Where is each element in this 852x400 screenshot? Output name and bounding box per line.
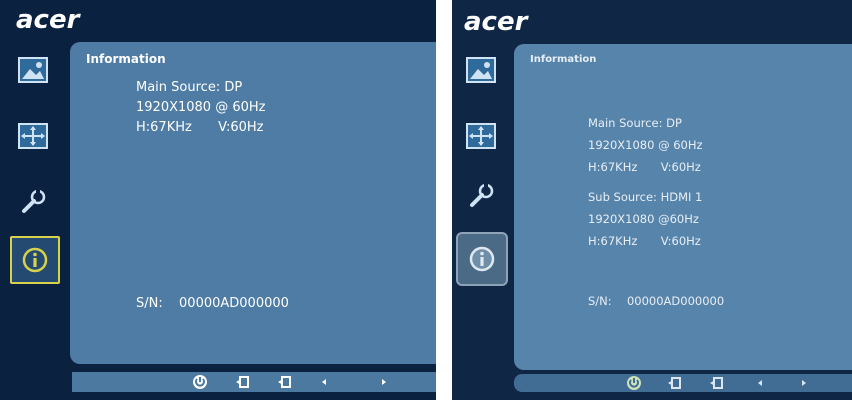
sidebar-item-settings[interactable]	[10, 180, 56, 224]
serial-number: S/N: 00000AD000000	[136, 296, 289, 311]
power-icon	[193, 375, 207, 389]
sub-h-frequency: H:67KHz	[588, 234, 638, 248]
information-icon	[22, 247, 48, 273]
osd-position-icon	[18, 123, 48, 149]
sidebar-item-picture[interactable]	[458, 48, 504, 92]
osd-panel-left: acer Information Main Source: DP 1920X10…	[0, 0, 436, 400]
page-title: Information	[530, 54, 597, 65]
main-h-frequency: H:67KHz	[588, 160, 638, 174]
power-icon	[627, 376, 641, 390]
input-icon-2	[710, 377, 723, 389]
right-button[interactable]	[376, 374, 392, 390]
sub-source-text: Sub Source: HDMI 1	[588, 190, 703, 204]
serial-number-label: S/N:	[136, 296, 163, 311]
arrow-left-icon	[758, 380, 762, 386]
picture-icon	[466, 57, 496, 83]
sidebar-item-osd-position[interactable]	[10, 114, 56, 158]
picture-icon	[18, 57, 48, 83]
information-content: Information Main Source: DP 1920X1080 @ …	[514, 44, 852, 370]
information-icon	[469, 246, 495, 272]
sidebar-item-picture[interactable]	[10, 48, 56, 92]
settings-wrench-icon	[22, 189, 46, 213]
input-icon	[236, 376, 249, 388]
information-content: Information Main Source: DP 1920X1080 @ …	[70, 42, 436, 364]
serial-number-value: 00000AD000000	[626, 294, 725, 308]
input-icon	[668, 377, 681, 389]
acer-logo: acer	[16, 5, 82, 34]
main-resolution-text: 1920X1080 @ 60Hz	[588, 138, 703, 152]
main-source-text: Main Source: DP	[136, 80, 243, 95]
h-frequency: H:67KHz	[136, 120, 192, 135]
arrow-left-icon	[322, 379, 326, 385]
arrow-right-icon	[382, 379, 386, 385]
button-guide-bar	[514, 374, 852, 392]
input-button-2[interactable]	[708, 375, 724, 391]
button-guide-bar	[72, 372, 436, 392]
main-v-frequency: V:60Hz	[660, 160, 701, 174]
settings-wrench-icon	[470, 183, 494, 207]
input-button-2[interactable]	[276, 374, 292, 390]
arrow-right-icon	[802, 380, 806, 386]
input-button[interactable]	[234, 374, 250, 390]
input-icon-2	[278, 376, 291, 388]
main-source-text: Main Source: DP	[588, 116, 682, 130]
power-button[interactable]	[626, 375, 642, 391]
serial-number-label: S/N:	[588, 294, 612, 308]
sidebar-item-information[interactable]	[10, 236, 60, 284]
left-button[interactable]	[316, 374, 332, 390]
sub-v-frequency: V:60Hz	[660, 234, 701, 248]
page-title: Information	[86, 52, 166, 66]
sidebar-item-settings[interactable]	[458, 174, 504, 218]
osd-position-icon	[466, 123, 496, 149]
svg-text:acer: acer	[16, 5, 82, 34]
sidebar-item-osd-position[interactable]	[458, 114, 504, 158]
v-frequency: V:60Hz	[218, 120, 264, 135]
resolution-text: 1920X1080 @ 60Hz	[136, 100, 266, 115]
right-button[interactable]	[796, 375, 812, 391]
sub-frequency-text: H:67KHz V:60Hz	[588, 234, 701, 248]
acer-logo: acer	[464, 7, 530, 36]
serial-number: S/N: 00000AD000000	[588, 294, 724, 308]
sidebar-item-information[interactable]	[456, 232, 508, 286]
sub-resolution-text: 1920X1080 @60Hz	[588, 212, 699, 226]
frequency-text: H:67KHz V:60Hz	[136, 120, 263, 135]
serial-number-value: 00000AD000000	[179, 296, 289, 311]
power-button[interactable]	[192, 374, 208, 390]
left-button[interactable]	[752, 375, 768, 391]
input-button[interactable]	[666, 375, 682, 391]
osd-panel-right: acer Information Main Source: DP 1920X10…	[452, 0, 852, 400]
main-frequency-text: H:67KHz V:60Hz	[588, 160, 701, 174]
svg-text:acer: acer	[464, 7, 530, 36]
